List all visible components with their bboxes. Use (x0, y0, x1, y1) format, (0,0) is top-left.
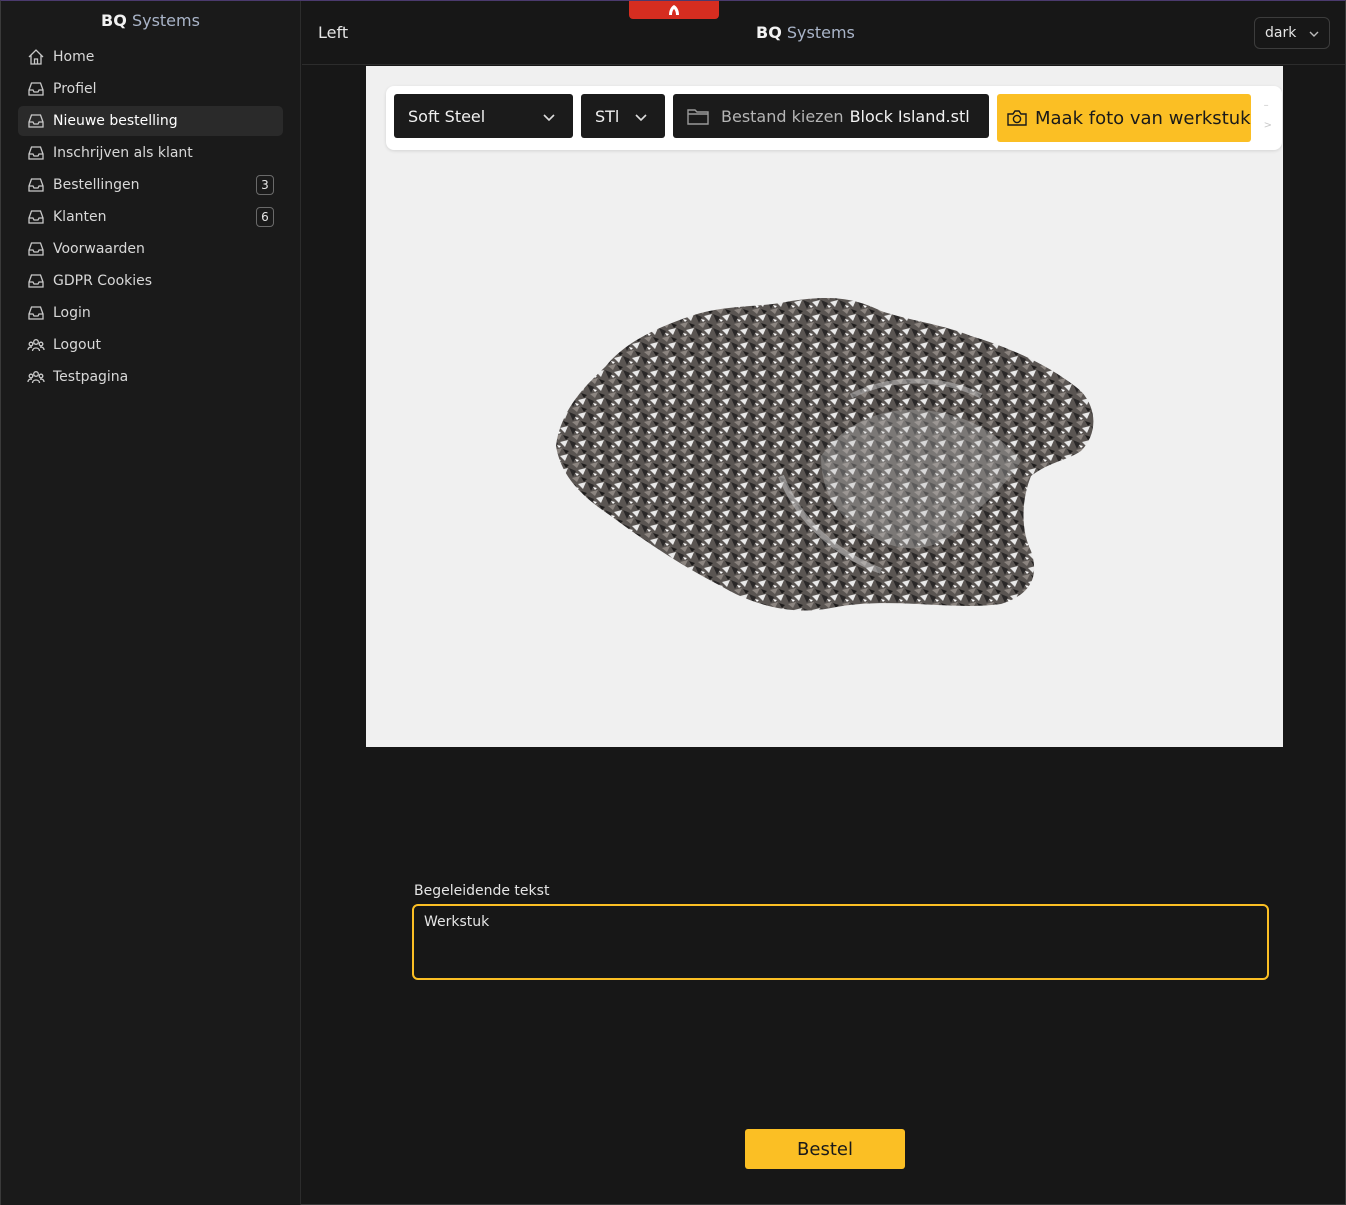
header-title-bold: BQ (756, 23, 782, 42)
sidebar-item-label: Login (53, 305, 91, 321)
camera-icon (1007, 110, 1027, 126)
sidebar-item-label: Testpagina (53, 369, 129, 385)
header-left-label[interactable]: Left (318, 23, 348, 42)
sidebar-item-label: Inschrijven als klant (53, 145, 193, 161)
sidebar-brand[interactable]: BQ Systems (1, 1, 300, 41)
home-icon (27, 48, 45, 66)
sidebar-item-home[interactable]: Home (18, 42, 283, 72)
users-icon (27, 336, 45, 354)
viewer-toolbar: Soft Steel STl Bestand kiezen Block Isla… (386, 86, 1282, 150)
sidebar-item-label: Klanten (53, 209, 107, 225)
file-picker[interactable]: Bestand kiezen Block Island.stl (673, 94, 989, 138)
description-label: Begeleidende tekst (414, 883, 550, 899)
inbox-icon (27, 240, 45, 258)
header-title-light: Systems (786, 23, 855, 42)
sidebar-item-profiel[interactable]: Profiel (18, 74, 283, 104)
format-select[interactable]: STl (581, 94, 665, 138)
take-photo-button[interactable]: Maak foto van werkstuk (997, 94, 1251, 142)
sidebar-nav: Home Profiel Nieuwe bestelling Inschrijven … (1, 42, 300, 392)
sidebar-item-voorwaarden[interactable]: Voorwaarden (18, 234, 283, 264)
sidebar-item-inschrijven-als-klant[interactable]: Inschrijven als klant (18, 138, 283, 168)
brand-light: Systems (131, 11, 200, 30)
sidebar-item-label: GDPR Cookies (53, 273, 153, 289)
sidebar-item-login[interactable]: Login (18, 298, 283, 328)
sidebar-item-label: Logout (53, 337, 101, 353)
inbox-icon (27, 144, 45, 162)
sidebar-item-nieuwe-bestelling[interactable]: Nieuwe bestelling (18, 106, 283, 136)
inbox-icon (27, 112, 45, 130)
users-icon (27, 368, 45, 386)
rock-model (556, 298, 1094, 611)
sidebar-item-logout[interactable]: Logout (18, 330, 283, 360)
sidebar-item-label: Bestellingen (53, 177, 140, 193)
sidebar-item-label: Profiel (53, 81, 97, 97)
material-select-value: Soft Steel (408, 106, 486, 126)
count-badge: 6 (256, 207, 274, 227)
recording-tab[interactable] (629, 1, 719, 19)
folder-icon (687, 109, 709, 125)
top-header: Left BQ Systems dark (302, 1, 1345, 65)
sidebar-item-label: Voorwaarden (53, 241, 145, 257)
inbox-icon (27, 272, 45, 290)
inbox-icon (27, 208, 45, 226)
inbox-icon (27, 304, 45, 322)
toolbar-overflow[interactable]: – > (1264, 96, 1272, 136)
theme-select[interactable]: dark (1254, 17, 1330, 49)
sidebar-item-gdpr-cookies[interactable]: GDPR Cookies (18, 266, 283, 296)
inbox-icon (27, 176, 45, 194)
brand-bold: BQ (101, 11, 127, 30)
theme-select-value: dark (1265, 25, 1297, 41)
take-photo-label: Maak foto van werkstuk (1035, 107, 1251, 129)
sidebar: BQ Systems Home Profiel Nieuwe bestelling I… (1, 1, 301, 1205)
material-select[interactable]: Soft Steel (394, 94, 573, 138)
inbox-icon (27, 80, 45, 98)
format-select-value: STl (595, 106, 620, 126)
chevron-down-icon (543, 114, 555, 122)
chevron-down-icon (1309, 31, 1319, 37)
sidebar-item-klanten[interactable]: Klanten 6 (18, 202, 283, 232)
sidebar-item-bestellingen[interactable]: Bestellingen 3 (18, 170, 283, 200)
sidebar-item-label: Home (53, 49, 95, 65)
file-picker-label: Bestand kiezen (721, 106, 844, 126)
flame-icon (669, 5, 679, 15)
order-button[interactable]: Bestel (745, 1129, 905, 1169)
model-viewer[interactable]: Soft Steel STl Bestand kiezen Block Isla… (366, 66, 1283, 747)
count-badge: 3 (256, 175, 274, 195)
sidebar-item-label: Nieuwe bestelling (53, 113, 178, 129)
file-name: Block Island.stl (849, 106, 970, 126)
sidebar-item-testpagina[interactable]: Testpagina (18, 362, 283, 392)
description-textarea[interactable]: Werkstuk (412, 904, 1269, 980)
header-title: BQ Systems (756, 23, 855, 42)
chevron-down-icon (635, 114, 647, 122)
